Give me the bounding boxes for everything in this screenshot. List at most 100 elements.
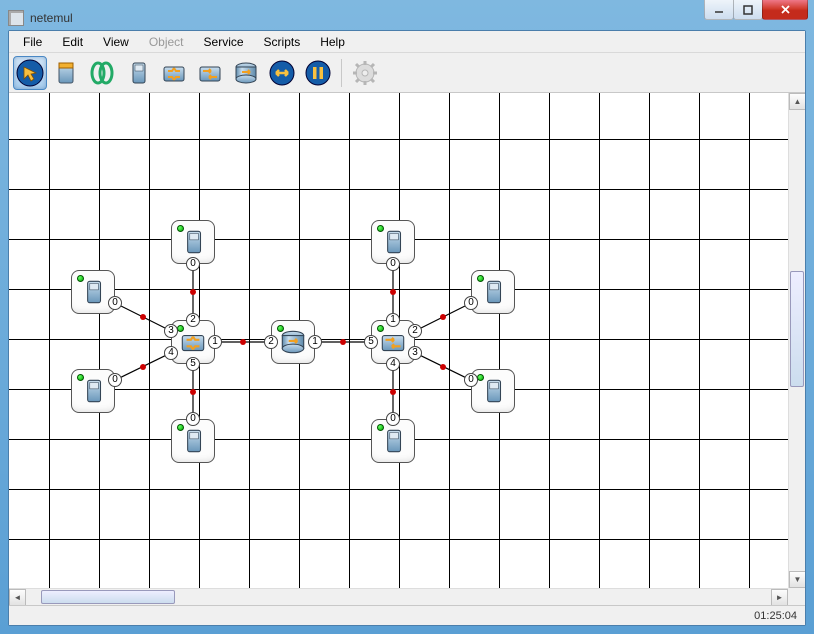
computer-icon	[178, 227, 208, 257]
link-dot-icon	[140, 314, 146, 320]
scroll-right-button[interactable]: ►	[771, 589, 788, 605]
node-computer[interactable]	[471, 270, 515, 314]
status-led-icon	[77, 374, 84, 381]
tool-switch[interactable]	[193, 56, 227, 90]
status-led-icon	[377, 225, 384, 232]
computer-icon	[378, 227, 408, 257]
port-label: 5	[364, 335, 378, 349]
menu-bar: FileEditViewObjectServiceScriptsHelp	[9, 31, 805, 53]
link-dot-icon	[140, 364, 146, 370]
vertical-scrollbar[interactable]: ▲ ▼	[788, 93, 805, 588]
close-button[interactable]	[762, 0, 808, 20]
menu-scripts[interactable]: Scripts	[254, 33, 311, 51]
computer-icon	[178, 426, 208, 456]
status-led-icon	[77, 275, 84, 282]
menu-service[interactable]: Service	[194, 33, 254, 51]
port-label: 3	[164, 324, 178, 338]
menu-file[interactable]: File	[13, 33, 52, 51]
port-label: 0	[186, 257, 200, 271]
hub-icon	[160, 59, 188, 87]
topology-layer: 03040205121510402030	[9, 93, 788, 588]
link-dot-icon	[190, 389, 196, 395]
port-label: 1	[308, 335, 322, 349]
tool-hub[interactable]	[157, 56, 191, 90]
port-label: 0	[386, 257, 400, 271]
maximize-button[interactable]	[733, 0, 763, 20]
router-icon	[278, 327, 308, 357]
port-label: 4	[386, 357, 400, 371]
status-led-icon	[377, 424, 384, 431]
status-time: 01:25:04	[754, 610, 797, 622]
computer-icon	[378, 426, 408, 456]
note-icon	[52, 59, 80, 87]
app-icon	[8, 10, 24, 26]
minimize-button[interactable]	[704, 0, 734, 20]
port-label: 0	[386, 412, 400, 426]
port-label: 3	[408, 346, 422, 360]
switch-icon	[378, 327, 408, 357]
port-label: 0	[108, 296, 122, 310]
computer-icon	[78, 277, 108, 307]
status-led-icon	[277, 325, 284, 332]
pause-icon	[304, 59, 332, 87]
status-bar: 01:25:04	[9, 605, 805, 625]
link-dot-icon	[340, 339, 346, 345]
toolbar-separator	[341, 59, 342, 87]
title-bar[interactable]: netemul	[6, 6, 808, 30]
tool-pointer[interactable]	[13, 56, 47, 90]
menu-help[interactable]: Help	[310, 33, 355, 51]
port-label: 5	[186, 357, 200, 371]
port-label: 1	[386, 313, 400, 327]
tool-cable[interactable]	[85, 56, 119, 90]
scroll-corner	[788, 588, 805, 605]
status-led-icon	[377, 325, 384, 332]
port-label: 1	[208, 335, 222, 349]
tool-settings	[348, 56, 382, 90]
port-label: 4	[164, 346, 178, 360]
link-dot-icon	[390, 389, 396, 395]
window-title: netemul	[30, 11, 73, 25]
port-label: 0	[186, 412, 200, 426]
link-dot-icon	[190, 289, 196, 295]
tool-send[interactable]	[265, 56, 299, 90]
gear-icon	[351, 59, 379, 87]
computer-icon	[124, 59, 152, 87]
pointer-icon	[16, 59, 44, 87]
menu-object: Object	[139, 33, 194, 51]
scroll-down-button[interactable]: ▼	[789, 571, 805, 588]
tool-router[interactable]	[229, 56, 263, 90]
status-led-icon	[477, 374, 484, 381]
menu-edit[interactable]: Edit	[52, 33, 93, 51]
scroll-up-button[interactable]: ▲	[789, 93, 805, 110]
send-icon	[268, 59, 296, 87]
status-led-icon	[177, 325, 184, 332]
toolbar	[9, 53, 805, 93]
cable-icon	[88, 59, 116, 87]
menu-view[interactable]: View	[93, 33, 139, 51]
link-dot-icon	[240, 339, 246, 345]
router-icon	[232, 59, 260, 87]
port-label: 2	[408, 324, 422, 338]
status-led-icon	[177, 225, 184, 232]
hub-icon	[178, 327, 208, 357]
port-label: 2	[186, 313, 200, 327]
node-computer[interactable]	[71, 270, 115, 314]
port-label: 0	[108, 373, 122, 387]
scroll-left-button[interactable]: ◄	[9, 589, 26, 605]
canvas[interactable]: 03040205121510402030	[9, 93, 788, 588]
tool-pause[interactable]	[301, 56, 335, 90]
horizontal-scrollbar[interactable]: ◄ ►	[9, 588, 788, 605]
vertical-scroll-thumb[interactable]	[790, 271, 804, 386]
node-computer[interactable]	[471, 369, 515, 413]
status-led-icon	[177, 424, 184, 431]
port-label: 2	[264, 335, 278, 349]
computer-icon	[478, 277, 508, 307]
tool-note[interactable]	[49, 56, 83, 90]
switch-icon	[196, 59, 224, 87]
status-led-icon	[477, 275, 484, 282]
work-area: 03040205121510402030 ▲ ▼ ◄ ►	[9, 93, 805, 605]
tool-computer[interactable]	[121, 56, 155, 90]
horizontal-scroll-thumb[interactable]	[41, 590, 175, 604]
link-dot-icon	[390, 289, 396, 295]
port-label: 0	[464, 296, 478, 310]
